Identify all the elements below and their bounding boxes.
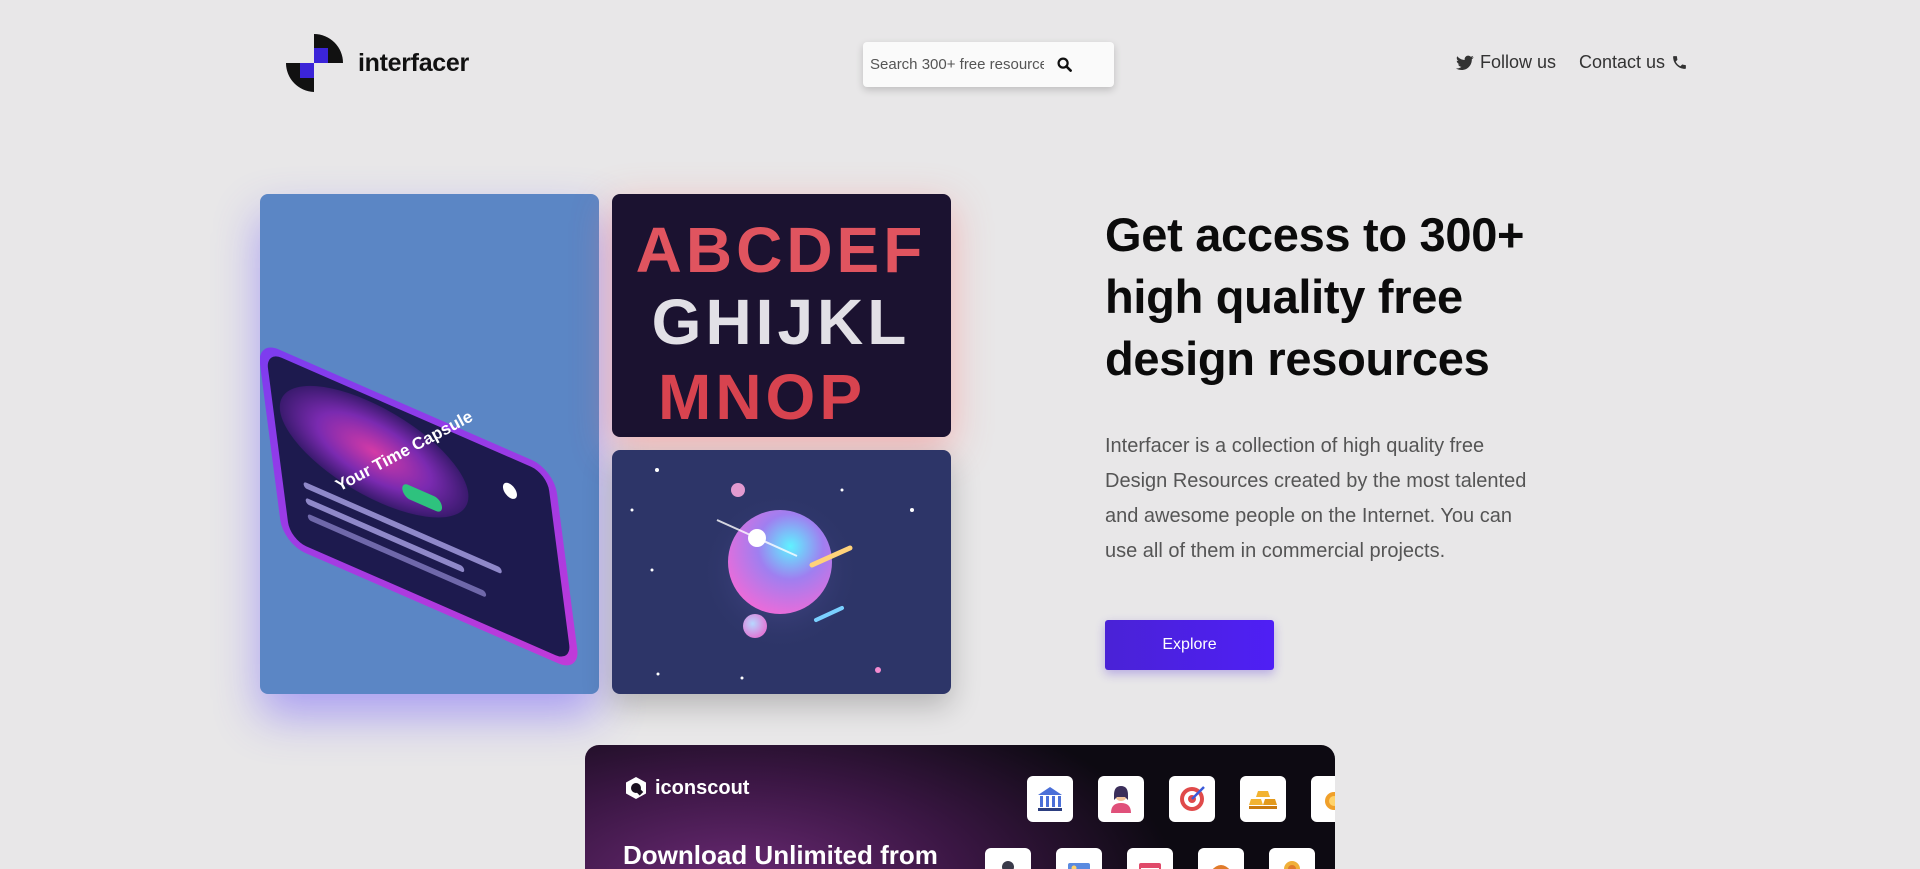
alphabet-font-preview[interactable]: ABCDEF GHIJKL MNOP (612, 194, 951, 437)
iconscout-logo: iconscout (623, 775, 749, 801)
phone-mockup-image: Your Time Capsule (260, 347, 578, 666)
medal-icon (1311, 776, 1335, 822)
space-image (630, 468, 914, 680)
target-icon (1169, 776, 1215, 822)
search-box (863, 42, 1114, 87)
twitter-icon (1456, 55, 1474, 70)
phone-icon (1673, 56, 1686, 69)
contact-us-link[interactable]: Contact us (1579, 52, 1688, 73)
iconscout-brand-name: iconscout (655, 776, 750, 799)
picture-icon (1056, 848, 1102, 869)
logo-mark-icon (286, 34, 343, 92)
award-icon (1269, 848, 1315, 869)
search-input[interactable] (870, 56, 1044, 73)
follow-us-link[interactable]: Follow us (1456, 52, 1556, 73)
brand-name: interfacer (358, 48, 469, 77)
gold-bars-icon (1240, 776, 1286, 822)
phone-app-mockup[interactable]: Your Time Capsule (260, 194, 599, 694)
person-icon (985, 848, 1031, 869)
banner-headline: Download Unlimited from (623, 840, 938, 869)
search-icon[interactable] (1055, 56, 1073, 74)
alphabet-line-1: ABCDEF (636, 214, 927, 286)
hero-title: Get access to 300+ high quality free des… (1105, 208, 1525, 385)
calendar-icon (1127, 848, 1173, 869)
alphabet-line-2: GHIJKL (652, 286, 911, 358)
follow-us-label: Follow us (1480, 52, 1557, 72)
iconscout-logo-icon (626, 777, 646, 799)
contact-us-label: Contact us (1579, 52, 1666, 72)
woman-avatar-icon (1098, 776, 1144, 822)
alphabet-line-3: MNOP (658, 361, 866, 433)
space-planet-illustration[interactable] (612, 450, 951, 694)
bank-icon (1027, 776, 1073, 822)
alphabet-image: ABCDEF GHIJKL MNOP (636, 214, 927, 433)
hero-description: Interfacer is a collection of high quali… (1105, 435, 1527, 562)
explore-button[interactable]: Explore (1105, 620, 1274, 670)
iconscout-banner[interactable]: iconscout Download Unlimited from (585, 745, 1335, 869)
food-icon (1198, 848, 1244, 869)
brand-logo[interactable]: interfacer (284, 32, 469, 94)
